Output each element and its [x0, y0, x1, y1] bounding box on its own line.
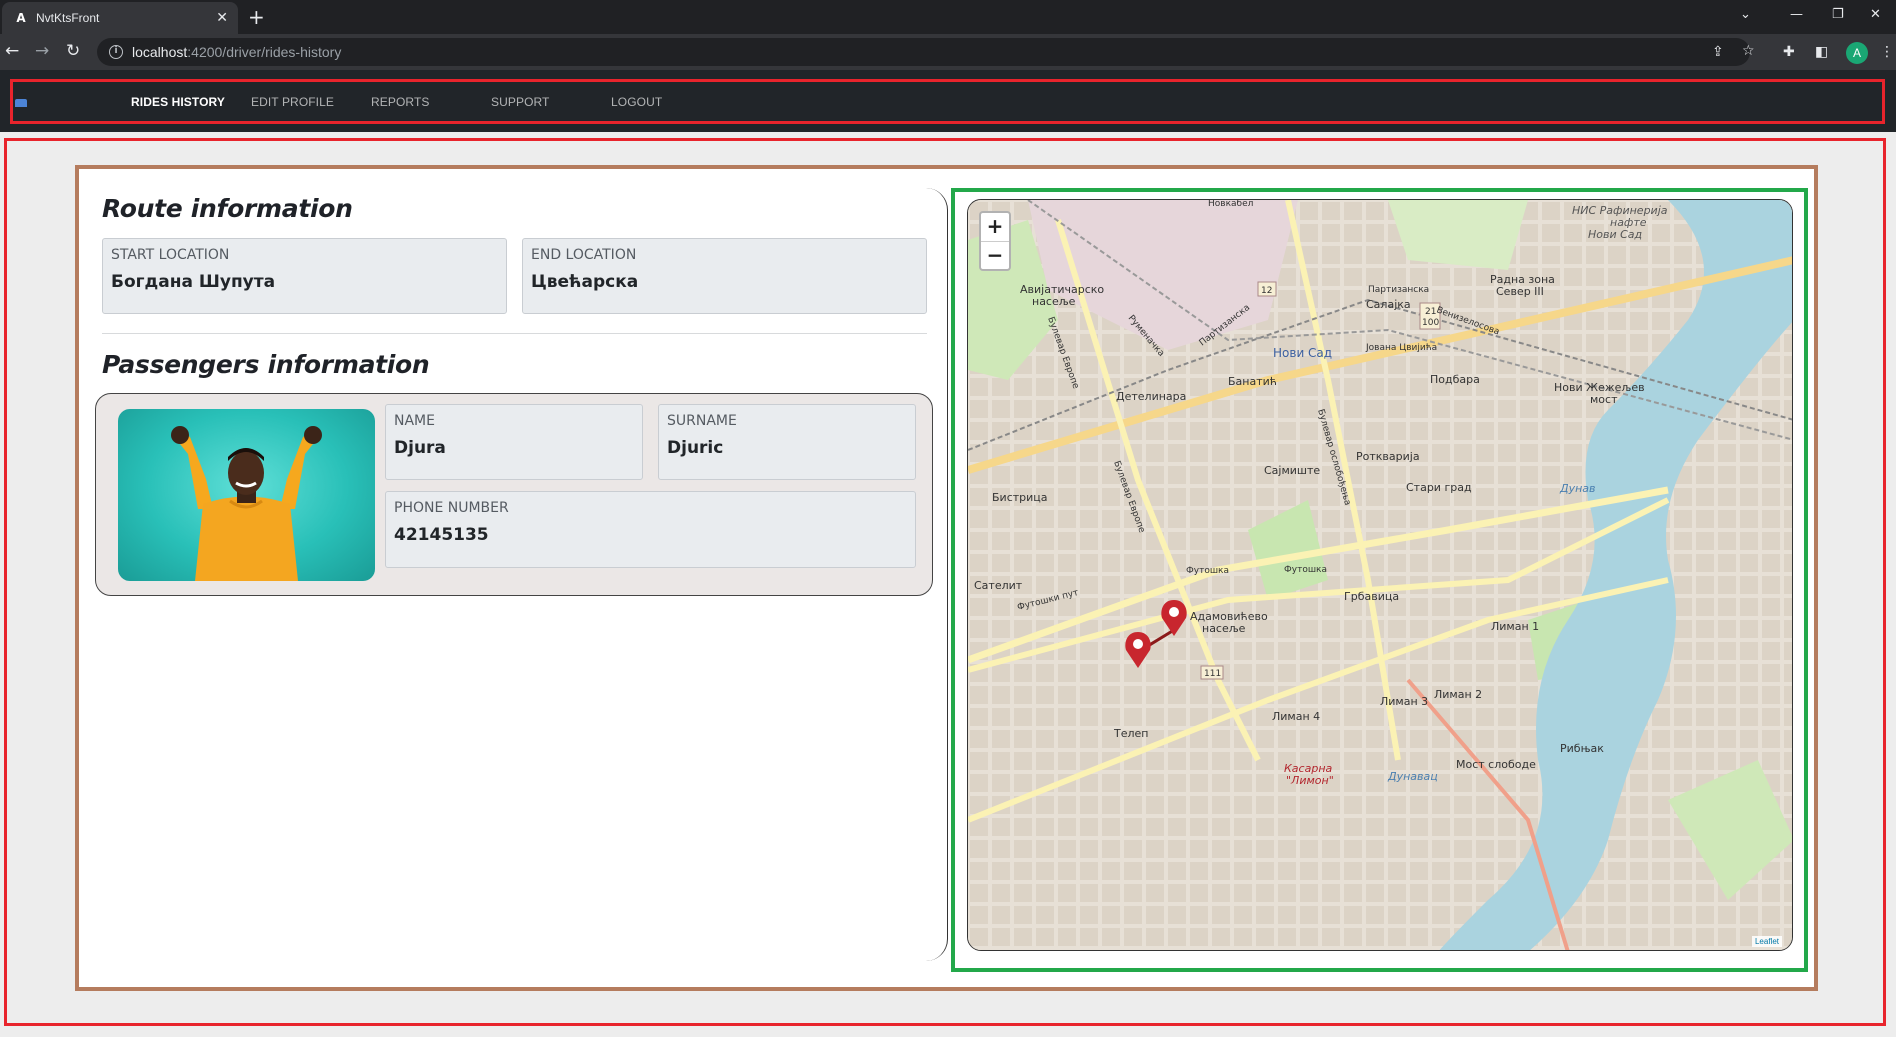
browser-tab-strip: A NvtKtsFront ✕ + ⌄ — ❐ ✕ [0, 0, 1896, 34]
passenger-name-label: NAME [394, 413, 435, 429]
map-label-salajka: Салајка [1366, 298, 1411, 311]
address-bar[interactable]: i localhost:4200/driver/rides-history ⇪ … [97, 38, 1755, 66]
road-111-label: 111 [1204, 669, 1221, 679]
map-zoom-control: + − [979, 211, 1011, 271]
tab-title: NvtKtsFront [36, 11, 100, 25]
map-label-satelit: Сателит [974, 579, 1023, 592]
start-location-value: Богдана Шупута [111, 272, 276, 292]
street-futoska-2: Футошка [1284, 565, 1327, 575]
profile-avatar[interactable]: A [1846, 42, 1868, 64]
passenger-surname-value: Djuric [667, 438, 724, 458]
nav-reports[interactable]: REPORTS [371, 95, 430, 109]
route-map[interactable]: 12 21 100 111 Нови Сад Детелинара Банати… [967, 199, 1793, 951]
map-label-limon: "Лимон" [1286, 774, 1334, 787]
map-label-stari-grad: Стари град [1406, 481, 1472, 494]
street-futoska: Футошка [1186, 566, 1229, 576]
street-jovana-cvijica: Јована Цвијића [1365, 343, 1437, 353]
map-label-grbavica: Грбавица [1344, 590, 1399, 603]
map-label-novi-sad: Нови Сад [1273, 346, 1332, 360]
side-panel-icon[interactable]: ◧ [1815, 43, 1828, 61]
nav-logout[interactable]: LOGOUT [611, 95, 662, 109]
minimize-button[interactable]: — [1790, 6, 1803, 24]
route-information-heading: Route information [102, 194, 353, 223]
map-label-dunavac: Дунавац [1387, 770, 1438, 783]
passenger-name-field: NAME Djura [385, 404, 643, 480]
map-label-dunav: Дунав [1559, 482, 1596, 495]
road-12-label: 12 [1261, 286, 1272, 296]
map-label-avijaticarsko-naselje: насеље [1032, 295, 1076, 308]
tab-search-icon[interactable]: ⌄ [1740, 6, 1751, 24]
map-label-rotkvarija: Ротквариjа [1356, 450, 1420, 463]
map-label-liman-4: Лиман 4 [1272, 710, 1320, 723]
map-label-most: мост [1590, 393, 1618, 406]
map-label-ribnjak: Рибњак [1560, 742, 1604, 755]
end-location-field: END LOCATION Цвећарска [522, 238, 927, 314]
map-label-adamovicevo-naselje: насеље [1202, 622, 1246, 635]
new-tab-button[interactable]: + [248, 5, 265, 29]
passenger-name-value: Djura [394, 438, 446, 458]
forward-icon[interactable]: → [35, 41, 49, 61]
browser-menu-icon[interactable]: ⋮ [1880, 43, 1894, 61]
map-label-detelinara: Детелинара [1116, 390, 1186, 403]
map-label-liman-2: Лиман 2 [1434, 688, 1482, 701]
url-text: localhost:4200/driver/rides-history [132, 44, 342, 60]
nav-rides-history[interactable]: RIDES HISTORY [131, 95, 225, 109]
close-window-button[interactable]: ✕ [1870, 6, 1881, 24]
back-icon[interactable]: ← [5, 41, 19, 61]
map-label-banatic: Банатић [1228, 375, 1277, 388]
tab-close-icon[interactable]: ✕ [216, 9, 228, 27]
site-info-icon[interactable]: i [109, 45, 123, 59]
passenger-photo [118, 409, 375, 581]
start-location-field: START LOCATION Богдана Шупута [102, 238, 507, 314]
map-label-most-slobode: Мост слободе [1456, 758, 1536, 771]
map-label-podbara: Подбара [1430, 373, 1480, 386]
zoom-out-button[interactable]: − [981, 241, 1009, 269]
nav-edit-profile[interactable]: EDIT PROFILE [251, 95, 334, 109]
brand-car-icon[interactable] [15, 99, 27, 107]
restore-button[interactable]: ❐ [1832, 6, 1844, 24]
passenger-surname-label: SURNAME [667, 413, 737, 429]
share-icon[interactable]: ⇪ [1712, 43, 1724, 61]
app-navbar: RIDES HISTORY EDIT PROFILE REPORTS SUPPO… [0, 70, 1896, 132]
start-location-label: START LOCATION [111, 247, 230, 263]
map-label-nis-novi-sad: Нови Сад [1588, 228, 1642, 241]
zoom-in-button[interactable]: + [981, 213, 1009, 241]
map-label-novkabel: Новкабел [1208, 200, 1253, 209]
passenger-surname-field: SURNAME Djuric [658, 404, 916, 480]
extensions-icon[interactable]: ✚ [1783, 43, 1795, 61]
map-label-liman-1: Лиман 1 [1491, 620, 1539, 633]
leaflet-attribution-link[interactable]: Leaflet [1751, 936, 1782, 947]
map-label-liman-3: Лиман 3 [1380, 695, 1428, 708]
end-location-value: Цвећарска [531, 272, 639, 292]
map-label-telep: Телеп [1113, 727, 1148, 740]
passenger-phone-value: 42145135 [394, 525, 489, 545]
map-label-sever-iii: Север III [1496, 285, 1544, 298]
reload-icon[interactable]: ↻ [66, 41, 80, 61]
browser-toolbar: ← → ↻ i localhost:4200/driver/rides-hist… [0, 34, 1896, 70]
browser-tab[interactable]: A NvtKtsFront ✕ [2, 2, 238, 34]
nav-support[interactable]: SUPPORT [491, 95, 550, 109]
passenger-phone-field: PHONE NUMBER 42145135 [385, 491, 916, 568]
bookmark-star-icon[interactable]: ☆ [1742, 42, 1755, 60]
road-100-label: 100 [1422, 318, 1439, 328]
road-21-label: 21 [1425, 307, 1436, 317]
section-divider [102, 333, 927, 334]
passenger-phone-label: PHONE NUMBER [394, 500, 509, 516]
street-partizanska: Партизанска [1368, 285, 1429, 295]
map-tiles: 12 21 100 111 Нови Сад Детелинара Банати… [968, 200, 1792, 950]
angular-favicon-icon: A [16, 11, 26, 25]
passengers-information-heading: Passengers information [102, 350, 430, 379]
map-label-sajmiste: Сајмиште [1264, 464, 1320, 477]
end-location-label: END LOCATION [531, 247, 637, 263]
map-label-bistrica: Бистрица [992, 491, 1048, 504]
